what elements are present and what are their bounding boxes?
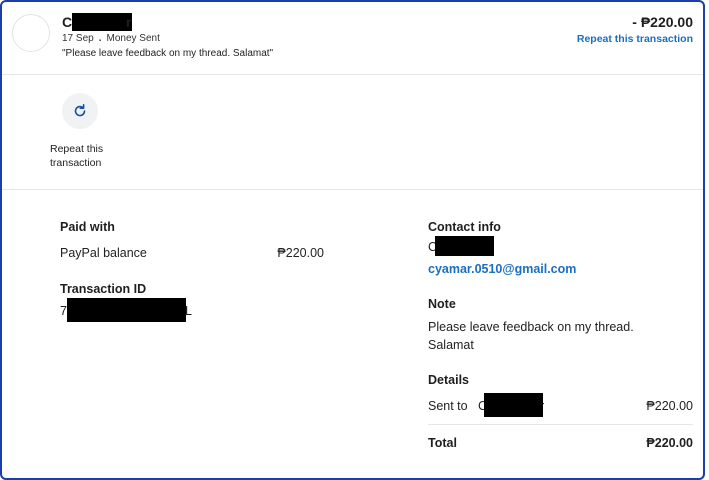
note-text: Please leave feedback on my thread. Sala… — [428, 320, 634, 352]
payment-method: PayPal balance — [60, 246, 147, 260]
recipient-name-tail: r — [126, 14, 132, 30]
total-label: Total — [428, 436, 457, 450]
redaction-box — [72, 13, 132, 31]
transaction-amount: - ₱220.00 — [632, 14, 693, 30]
repeat-transaction-label[interactable]: Repeat this transaction — [50, 142, 114, 170]
refresh-icon — [74, 104, 86, 117]
details-label: Details — [428, 373, 469, 387]
note-label: Note — [428, 297, 456, 311]
contact-info-label: Contact info — [428, 220, 501, 234]
repeat-transaction-button[interactable] — [62, 93, 98, 129]
transaction-meta: 17 Sep. Money Sent — [62, 33, 160, 44]
transaction-id-last-char: L — [185, 304, 192, 318]
divider — [2, 74, 703, 75]
redaction-box — [484, 393, 543, 417]
contact-email-link[interactable]: cyamar.0510@gmail.com — [428, 262, 576, 276]
transaction-card — [0, 0, 705, 480]
separator-dot: . — [98, 33, 102, 44]
sent-amount: ₱220.00 — [646, 399, 693, 413]
divider — [428, 424, 693, 425]
sent-to-prefix: Sent to — [428, 399, 468, 413]
avatar — [12, 14, 50, 52]
payment-amount: ₱220.00 — [277, 246, 324, 260]
redaction-box — [67, 298, 186, 322]
transaction-date: 17 Sep — [62, 33, 94, 44]
repeat-transaction-link[interactable]: Repeat this transaction — [577, 33, 693, 45]
redaction-box — [435, 236, 494, 256]
total-amount: ₱220.00 — [646, 436, 693, 450]
transaction-note-quote: "Please leave feedback on my thread. Sal… — [62, 48, 274, 59]
transaction-id-label: Transaction ID — [60, 282, 147, 296]
transaction-type: Money Sent — [106, 33, 160, 44]
divider — [2, 189, 703, 190]
transaction-id-first-char: 7 — [60, 304, 67, 318]
paid-with-label: Paid with — [60, 220, 115, 234]
recipient-name-initial: C — [62, 14, 73, 30]
